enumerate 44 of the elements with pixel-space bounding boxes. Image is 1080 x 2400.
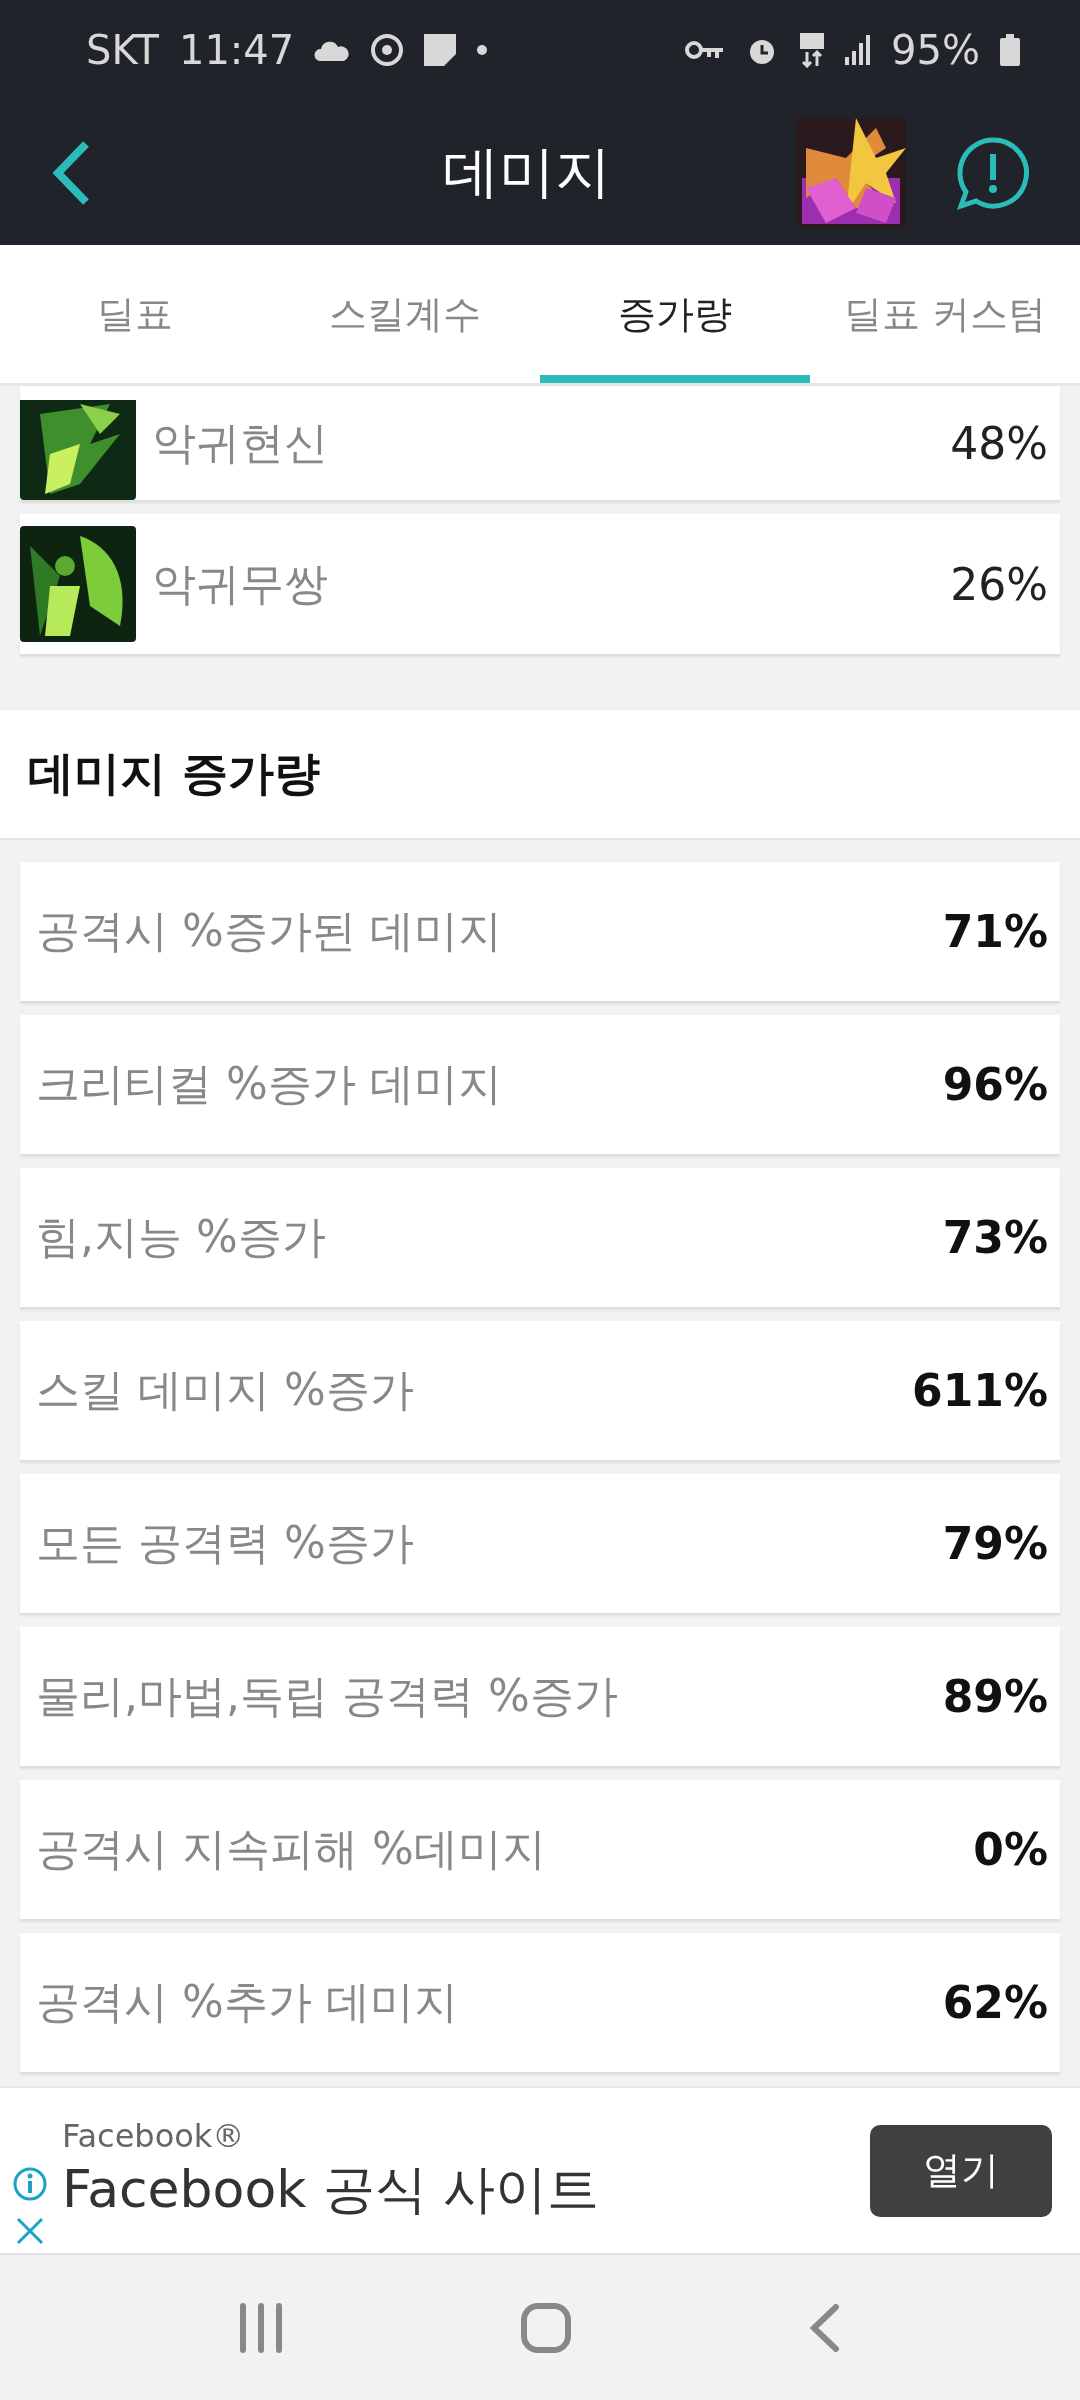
feedback-icon[interactable]	[956, 135, 1030, 210]
tab[interactable]: 딜표	[0, 245, 270, 383]
stat-value: 611%	[912, 1365, 1048, 1416]
stat-value: 0%	[973, 1824, 1048, 1875]
stat-value: 96%	[942, 1059, 1048, 1110]
stat-label: 힘,지능 %증가	[36, 1210, 327, 1264]
home-icon[interactable]	[520, 2301, 572, 2354]
recents-icon[interactable]	[238, 2302, 284, 2353]
page-title: 데미지	[442, 137, 612, 206]
info-icon[interactable]	[12, 2165, 48, 2202]
stat-label: 모든 공격력 %증가	[36, 1516, 415, 1570]
skill-value: 48%	[950, 417, 1048, 469]
cloud-icon	[314, 39, 351, 61]
key-icon	[685, 39, 726, 61]
stat-value: 62%	[942, 1977, 1048, 2028]
note-icon	[424, 34, 457, 66]
dot-icon	[476, 44, 489, 56]
carrier-name: SKT	[86, 27, 159, 73]
section-title: 데미지 증가량	[28, 745, 320, 802]
stat-label: 물리,마법,독립 공격력 %증가	[36, 1669, 619, 1723]
open-button[interactable]: 열기	[870, 2124, 1052, 2217]
ad-headline[interactable]: Facebook 공식 사이트	[62, 2154, 870, 2225]
stat-value: 73%	[942, 1212, 1048, 1263]
stat-value: 89%	[942, 1671, 1048, 1722]
stat-label: 공격시 지속피해 %데미지	[36, 1822, 547, 1876]
battery-icon	[1000, 34, 1020, 66]
signal-icon	[845, 35, 872, 65]
tab[interactable]: 스킬계수	[270, 245, 540, 383]
battery-percent: 95%	[891, 27, 980, 73]
skill-name: 악귀현신	[152, 415, 329, 470]
back-icon[interactable]	[808, 2302, 842, 2353]
advertiser-name: Facebook®	[62, 2116, 246, 2155]
stat-label: 공격시 %추가 데미지	[36, 1975, 459, 2029]
skill-name: 악귀무쌍	[152, 556, 329, 611]
stat-label: 크리티컬 %증가 데미지	[36, 1057, 503, 1111]
skill-value: 26%	[950, 558, 1048, 610]
stat-label: 공격시 %증가된 데미지	[36, 904, 503, 958]
stat-value: 71%	[942, 906, 1048, 957]
close-icon[interactable]	[15, 2215, 45, 2246]
stat-value: 79%	[942, 1518, 1048, 1569]
stat-label: 스킬 데미지 %증가	[36, 1363, 415, 1417]
clock-time: 11:47	[178, 27, 295, 73]
tab[interactable]: 딜표 커스텀	[810, 245, 1080, 383]
network-icon	[799, 32, 826, 68]
